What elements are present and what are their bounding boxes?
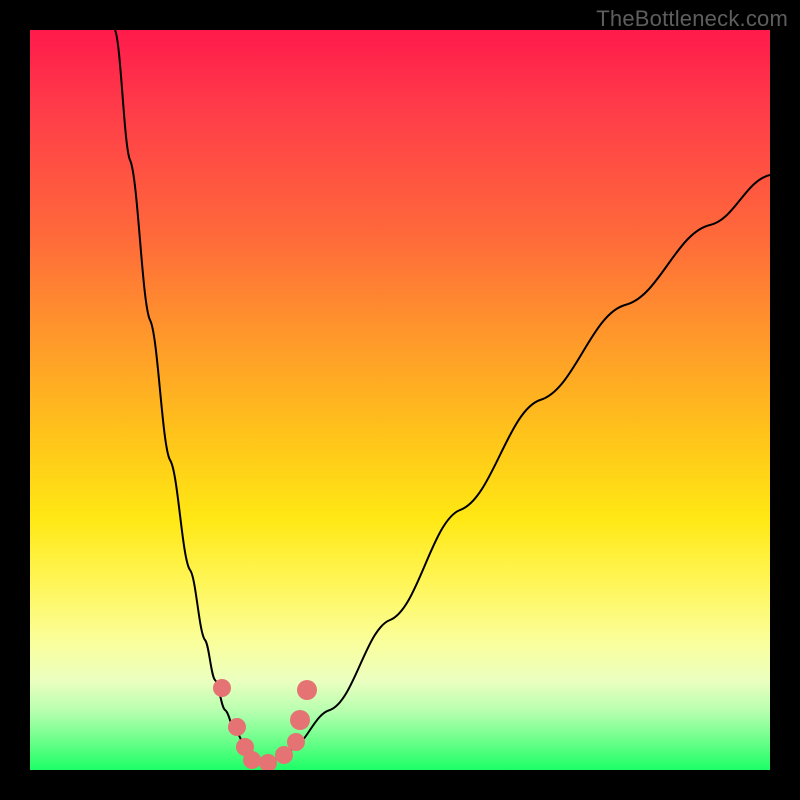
curve-layer	[30, 30, 770, 770]
marker-m5	[259, 754, 277, 770]
marker-m3	[236, 738, 254, 756]
right-branch-curve	[265, 175, 770, 765]
marker-m1	[213, 679, 231, 697]
marker-m4	[243, 751, 261, 769]
chart-frame: TheBottleneck.com	[0, 0, 800, 800]
marker-m7	[287, 733, 305, 751]
marker-m8	[290, 710, 310, 730]
marker-m9	[297, 680, 317, 700]
marker-m6	[275, 746, 293, 764]
data-markers	[213, 679, 317, 770]
plot-area	[30, 30, 770, 770]
left-branch-curve	[115, 30, 265, 765]
watermark-text: TheBottleneck.com	[596, 6, 788, 32]
marker-m2	[228, 718, 246, 736]
